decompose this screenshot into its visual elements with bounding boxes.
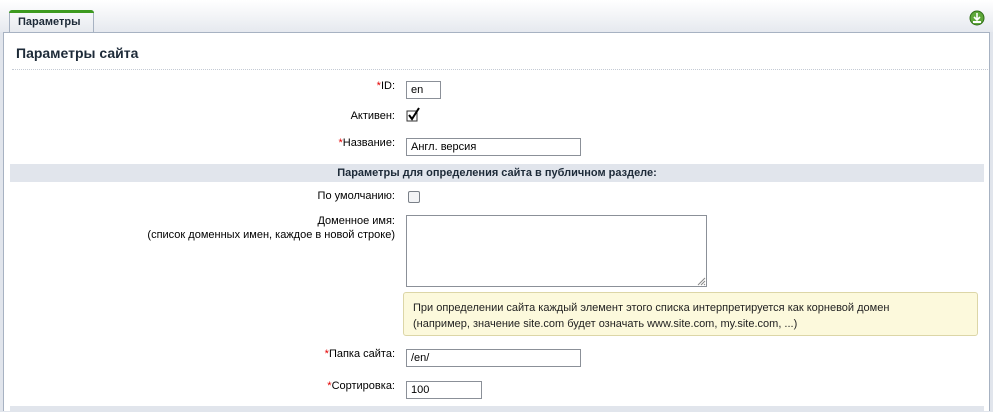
id-label-text: ID: [380,80,395,92]
title-divider [12,69,988,70]
sort-field[interactable] [406,381,482,399]
default-label: По умолчанию: [317,190,395,202]
settings-panel: Параметры сайта *ID: Активен: *Название:… [3,32,990,412]
next-section-strip [10,406,984,412]
active-label: Активен: [350,110,395,122]
name-field[interactable] [406,138,581,156]
default-checkbox[interactable] [408,191,420,203]
resize-grip-icon[interactable] [697,277,706,286]
name-label: *Название: [339,137,396,149]
section-header: Параметры для определения сайта в публич… [10,164,984,182]
folder-field[interactable] [406,349,581,367]
folder-label-text: Папка сайта: [328,348,395,360]
download-icon[interactable] [969,10,985,26]
domain-sublabel: (список доменных имен, каждое в новой ст… [147,229,395,241]
hint-line-2: (например, значение site.com будет означ… [413,318,798,330]
tab-parameters[interactable]: Параметры [9,10,94,33]
domain-hint: При определении сайта каждый элемент это… [403,292,978,336]
active-checkbox[interactable] [405,107,421,123]
folder-label: *Папка сайта: [325,348,395,360]
domain-textarea[interactable] [406,215,707,287]
sort-label: *Сортировка: [327,380,395,392]
name-label-text: Название: [342,137,395,149]
domain-label: Доменное имя: (список доменных имен, каж… [147,214,395,242]
hint-line-1: При определении сайта каждый элемент это… [413,302,890,314]
id-label: *ID: [377,80,395,92]
page-title: Параметры сайта [16,45,139,61]
domain-label-text: Доменное имя: [317,215,395,227]
sort-label-text: Сортировка: [331,380,395,392]
tab-parameters-label: Параметры [18,16,81,28]
tab-bar: Параметры [0,0,993,33]
id-field[interactable] [406,81,441,99]
